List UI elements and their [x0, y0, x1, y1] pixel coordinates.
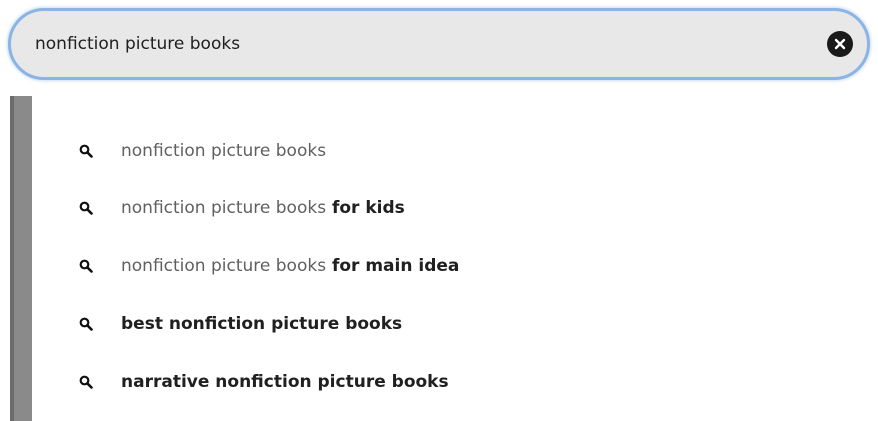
search-bar[interactable]: nonfiction picture books: [8, 8, 870, 80]
side-scrollbar[interactable]: [10, 96, 32, 421]
suggestion-completion-text: for kids: [326, 198, 405, 218]
search-icon: [78, 200, 94, 216]
close-icon: [834, 38, 846, 50]
suggestion-item[interactable]: nonfiction picture books for main idea: [70, 246, 850, 286]
suggestion-match-text: nonfiction picture books: [121, 256, 327, 276]
suggestion-item[interactable]: nonfiction picture books: [70, 131, 850, 171]
suggestion-item[interactable]: best nonfiction picture books: [70, 304, 850, 344]
suggestion-completion-text: for main idea: [326, 256, 460, 276]
suggestion-match-text: nonfiction picture books: [121, 198, 327, 218]
search-icon: [78, 143, 94, 159]
search-icon: [78, 258, 94, 274]
suggestion-item[interactable]: narrative nonfiction picture books: [70, 362, 850, 402]
search-input[interactable]: nonfiction picture books: [35, 11, 795, 77]
clear-search-button[interactable]: [827, 31, 853, 57]
suggestion-text: narrative nonfiction picture books: [121, 372, 449, 392]
suggestion-item[interactable]: nonfiction picture books for kids: [70, 188, 850, 228]
search-icon: [78, 374, 94, 390]
suggestion-text: nonfiction picture books for kids: [121, 198, 405, 218]
scrollbar-edge: [10, 96, 14, 421]
search-icon: [78, 316, 94, 332]
suggestion-text: nonfiction picture books for main idea: [121, 256, 459, 276]
suggestion-text: best nonfiction picture books: [121, 314, 402, 334]
suggestion-completion-text: best nonfiction picture books: [121, 314, 403, 334]
suggestion-completion-text: narrative nonfiction picture books: [121, 372, 449, 392]
search-page: nonfiction picture books nonfiction pict…: [0, 0, 878, 421]
suggestion-text: nonfiction picture books: [121, 141, 326, 161]
suggestion-match-text: nonfiction picture books: [121, 141, 327, 161]
